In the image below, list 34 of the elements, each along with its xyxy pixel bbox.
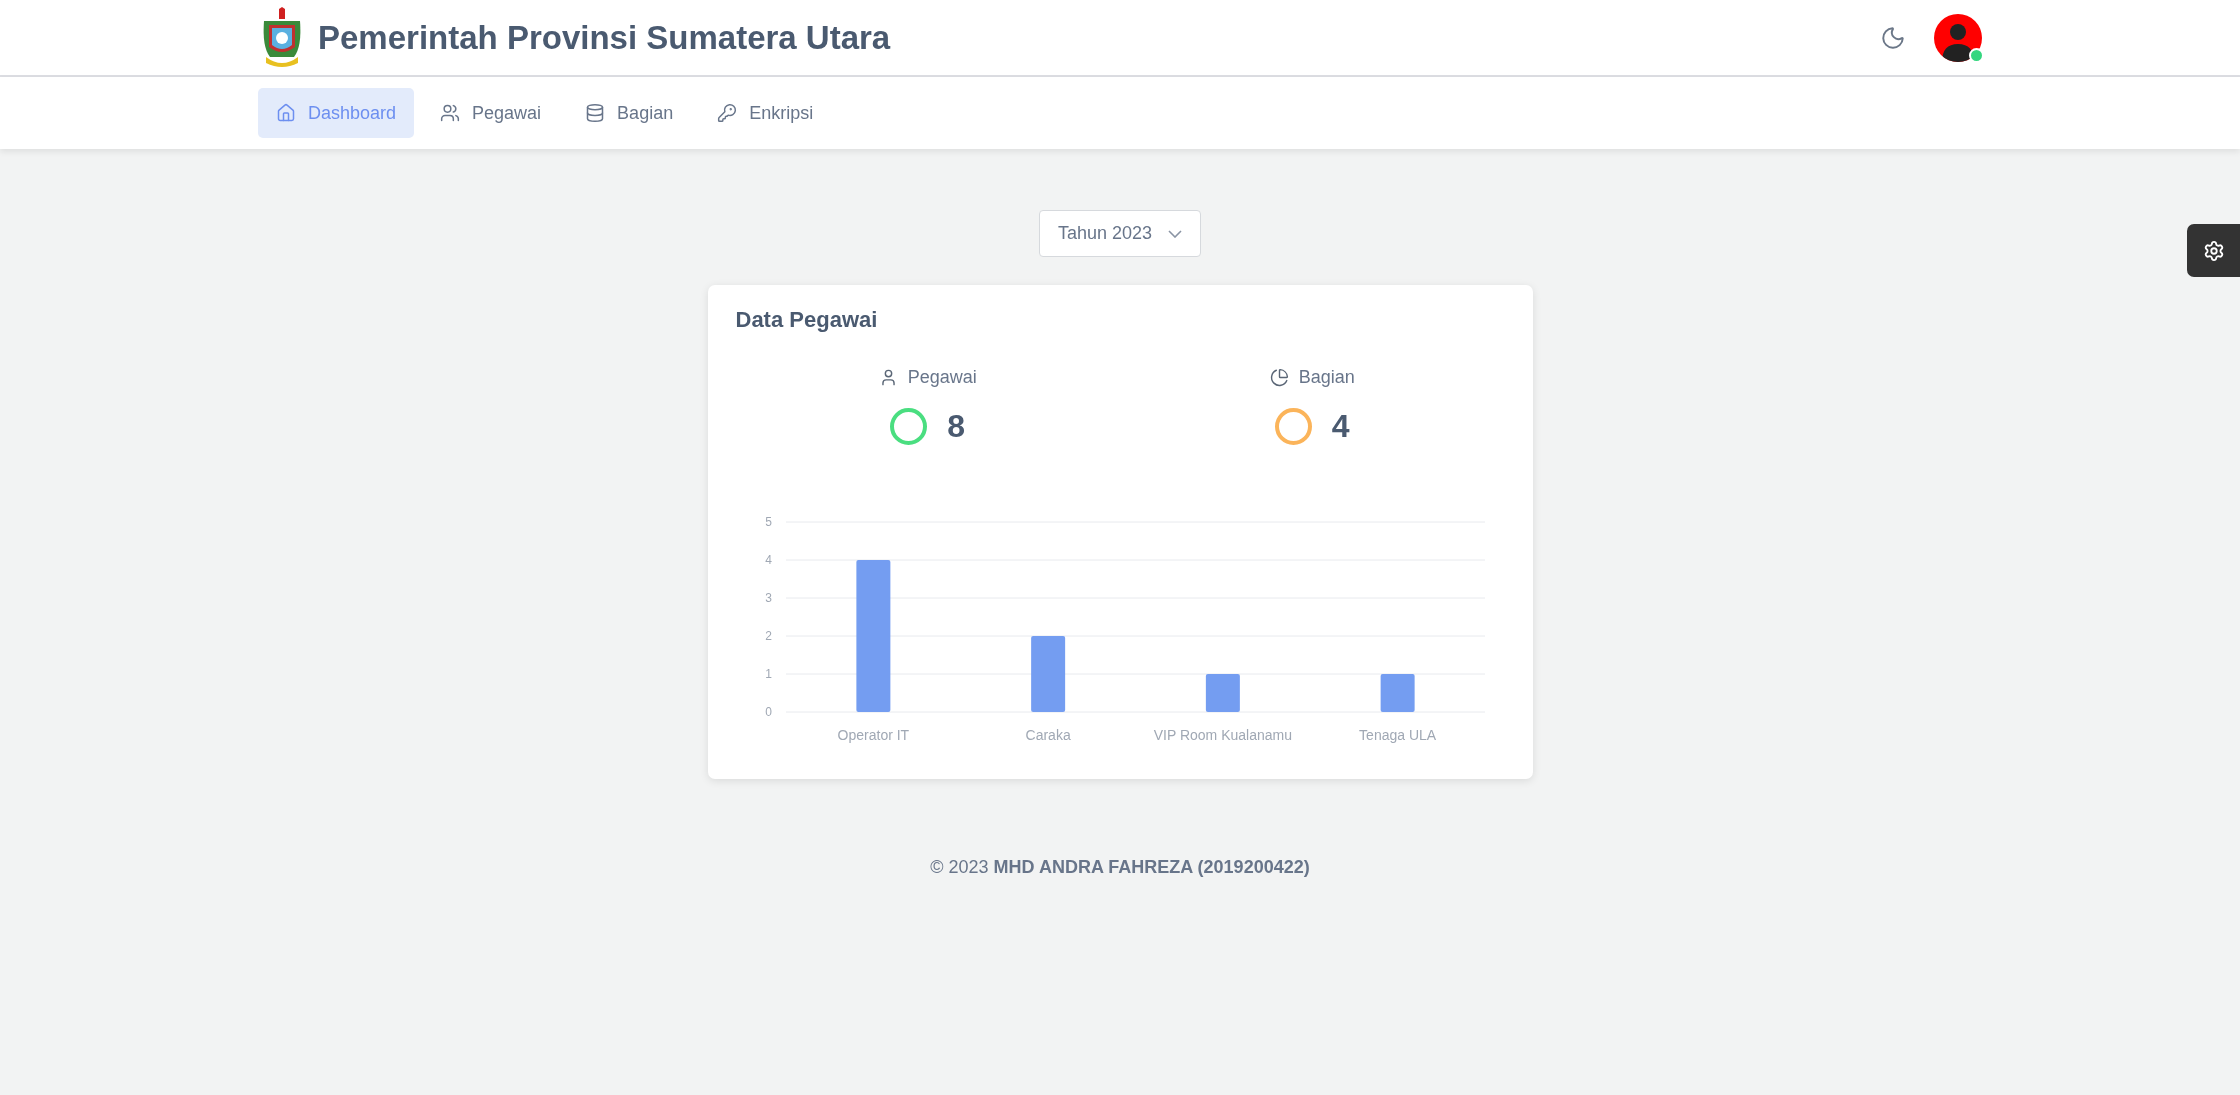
category-label: Operator IT [837,727,909,743]
category-label: Tenaga ULA [1358,727,1436,743]
category-label: VIP Room Kualanamu [1153,727,1292,743]
pie-chart-icon [1269,368,1289,387]
avatar[interactable] [1934,13,1982,62]
card-title: Data Pegawai [735,307,879,333]
y-tick-label: 4 [764,553,772,567]
nav-tab[interactable]: Bagian [567,88,692,138]
nav-tab[interactable]: Pegawai [422,88,560,138]
stat-value: 4 [1331,408,1350,445]
category-label: Caraka [1025,727,1071,743]
y-tick-label: 5 [764,515,772,529]
settings-button[interactable] [2187,224,2240,277]
y-tick-label: 2 [764,629,772,643]
database-icon [585,103,606,123]
moon-icon[interactable] [1880,24,1906,51]
y-tick-label: 3 [764,591,772,605]
bar [1380,674,1415,712]
settings-icon [2202,239,2225,262]
stat-label: Pegawai [907,367,977,388]
y-tick-label: 0 [764,705,772,719]
stat-value: 8 [947,408,966,445]
key-icon [717,103,738,123]
users-icon [440,103,461,123]
nav-tab[interactable]: Dashboard [258,88,415,138]
nav-tab[interactable]: Enkripsi [699,88,832,138]
footer-text: © 2023 MHD ANDRA FAHREZA (2019200422) [930,857,1310,878]
y-tick-label: 1 [764,667,772,681]
chevron-down-icon [1168,229,1183,238]
bar [1205,674,1240,712]
stat-label: Bagian [1298,367,1355,388]
site-title: Pemerintah Provinsi Sumatera Utara [318,18,891,57]
year-select[interactable]: Tahun 2023 [1038,210,1202,257]
home-icon [276,103,296,123]
